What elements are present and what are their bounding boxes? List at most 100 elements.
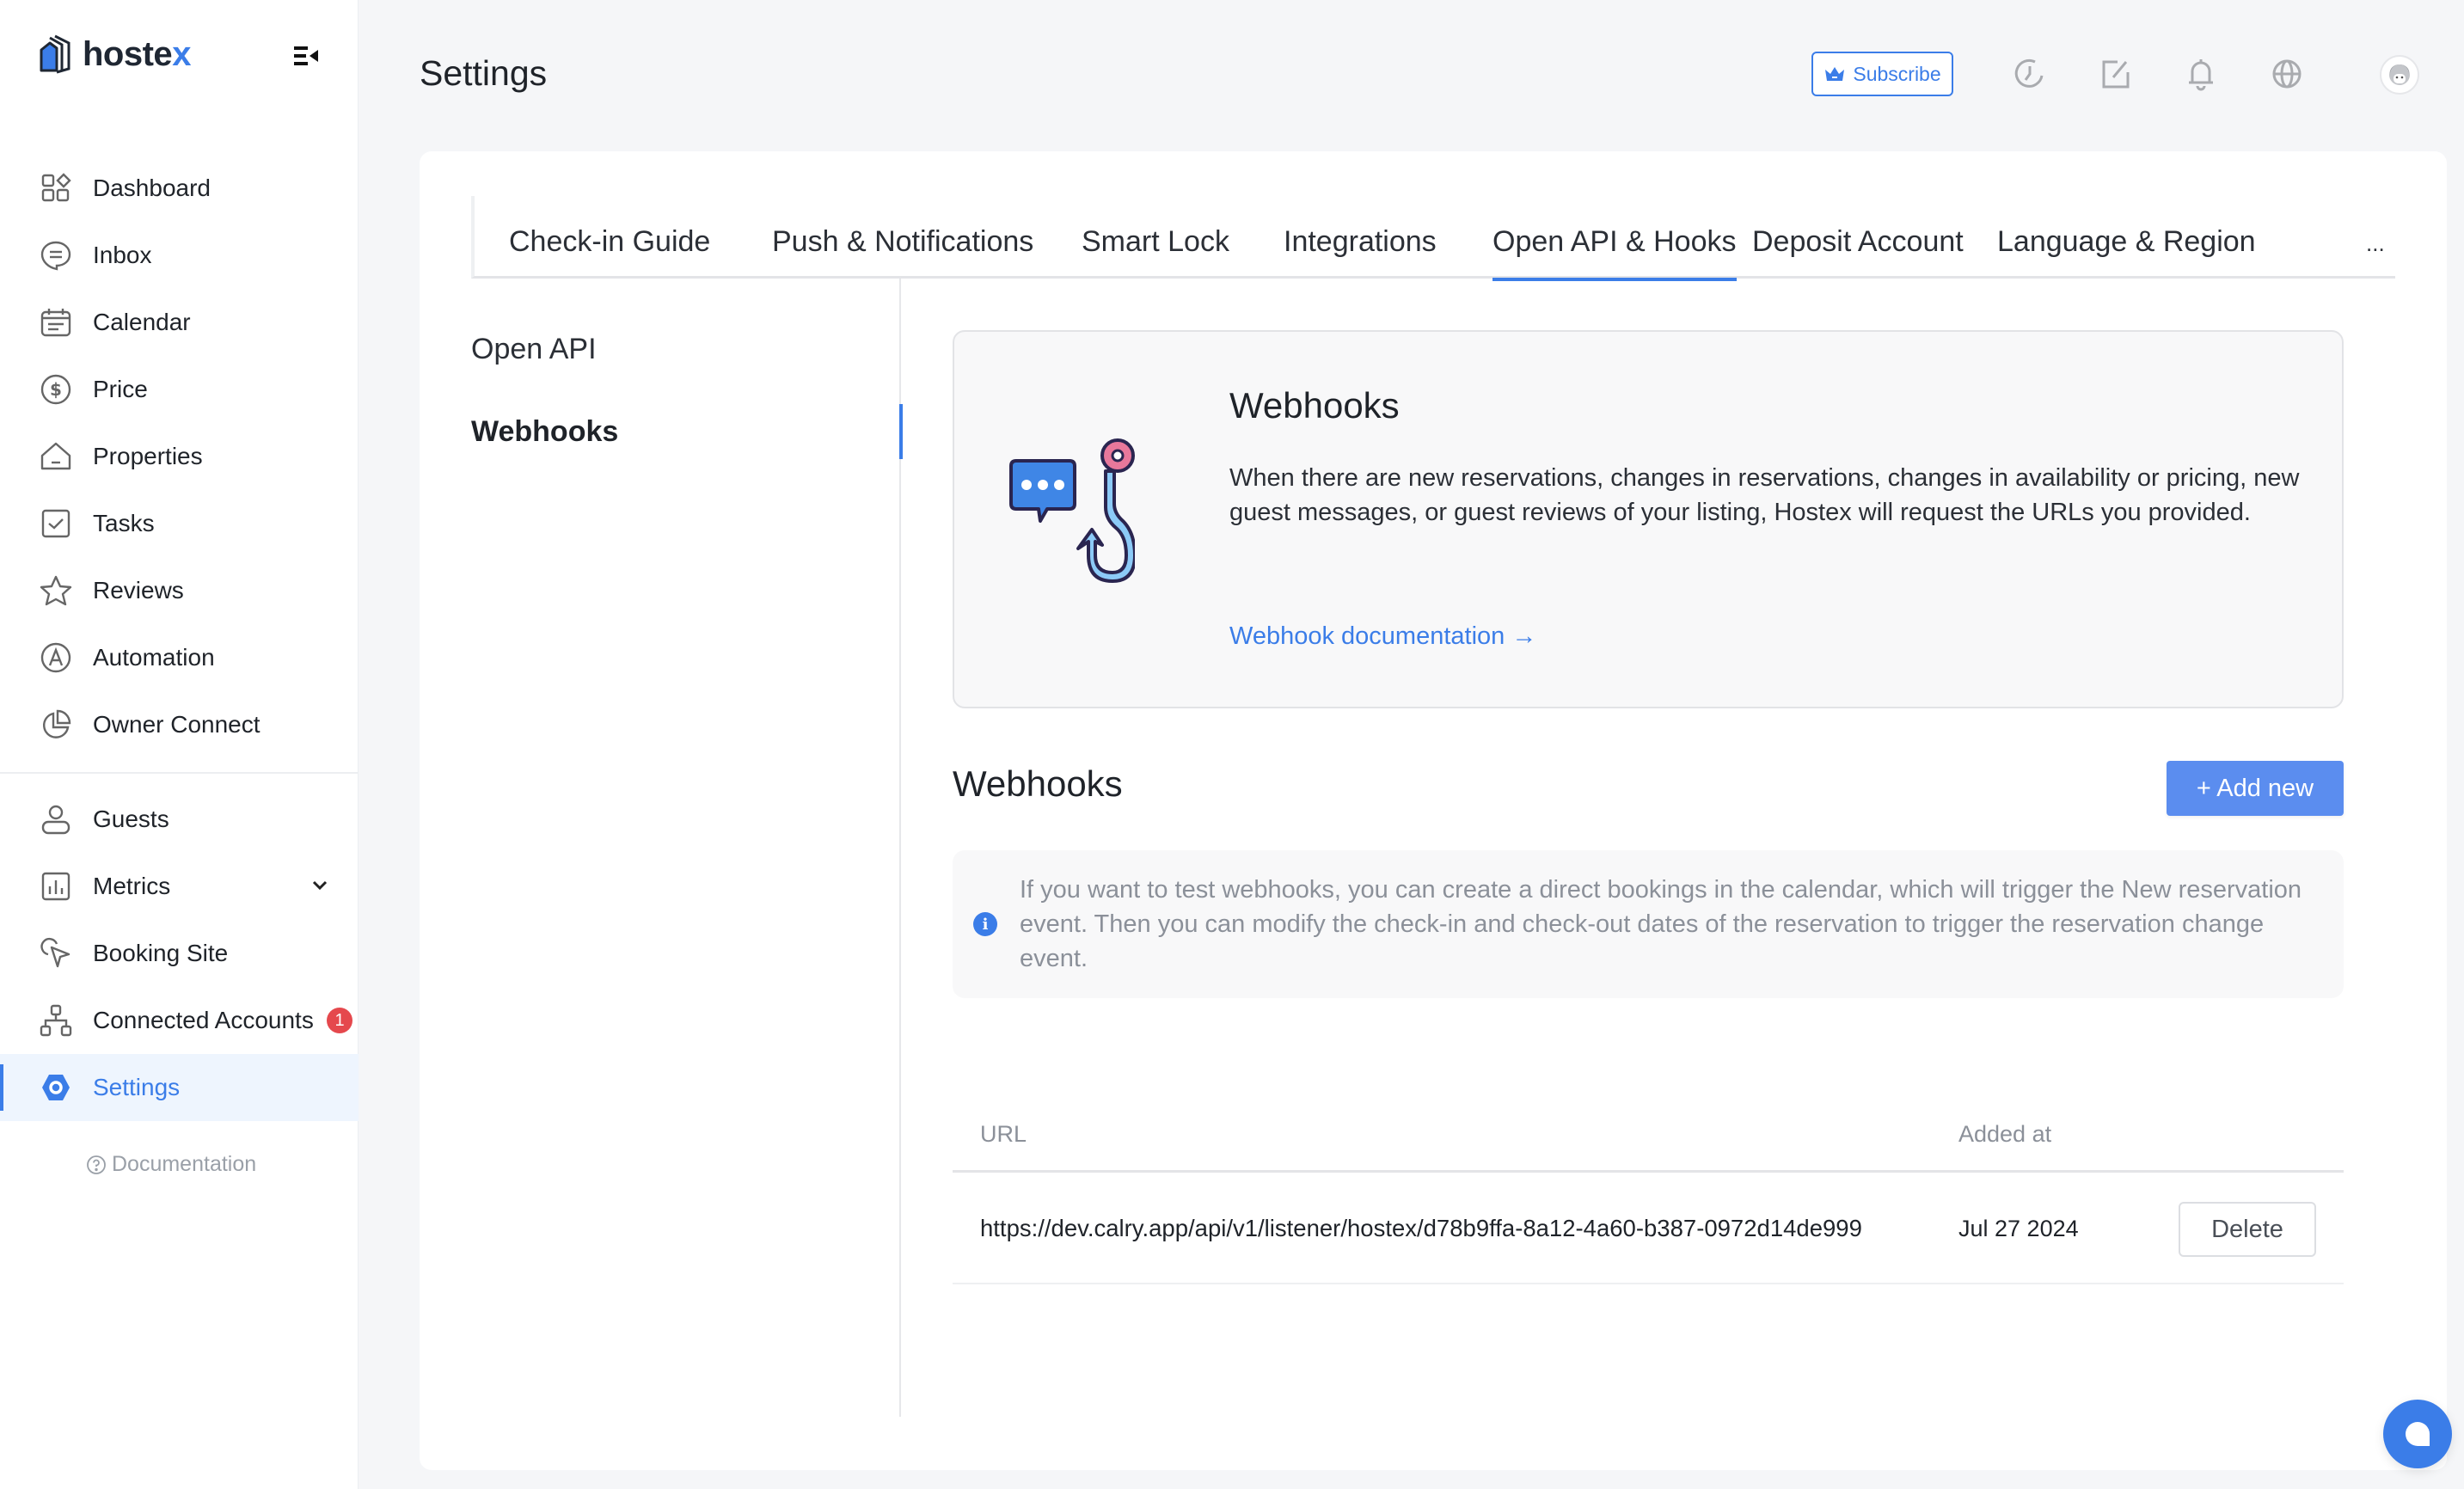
tab-smart-lock[interactable]: Smart Lock (1082, 196, 1229, 279)
chevron-down-icon[interactable] (308, 873, 332, 898)
chat-bubble-icon (2406, 1422, 2430, 1446)
dollar-icon: $ (40, 373, 72, 406)
sidebar-divider (0, 772, 359, 774)
star-icon (40, 574, 72, 607)
subscribe-button[interactable]: Subscribe (1811, 52, 1953, 96)
page-title: Settings (420, 53, 548, 93)
webhook-url: https://dev.calry.app/api/v1/listener/ho… (980, 1215, 1862, 1241)
tab-language-region[interactable]: Language & Region (1997, 196, 2256, 279)
notice-text: If you want to test webhooks, you can cr… (1020, 876, 2302, 972)
add-new-webhook-button[interactable]: + Add new (2167, 761, 2344, 816)
delete-webhook-button[interactable]: Delete (2179, 1202, 2316, 1257)
dashboard-icon (40, 172, 72, 205)
sidebar-item-owner-connect[interactable]: Owner Connect (0, 691, 359, 758)
sidebar-item-inbox[interactable]: Inbox (0, 222, 359, 289)
sidebar-item-booking-site[interactable]: Booking Site (0, 920, 359, 987)
info-notice: i If you want to test webhooks, you can … (953, 850, 2344, 998)
notification-badge: 1 (327, 1008, 352, 1033)
sidebar-item-label: Automation (93, 644, 215, 671)
svg-text:$: $ (50, 379, 62, 400)
crown-icon (1825, 67, 1845, 81)
tab-deposit-account[interactable]: Deposit Account (1752, 196, 1964, 279)
webhooks-table: URL Added at https://dev.calry.app/api/v… (953, 1095, 2344, 1284)
sidebar-item-label: Settings (93, 1074, 181, 1100)
bar-chart-icon (40, 870, 72, 903)
tab-integrations[interactable]: Integrations (1284, 196, 1437, 279)
sidebar-item-label: Tasks (93, 510, 155, 536)
settings-card: Check-in Guide Push & Notifications Smar… (420, 151, 2447, 1470)
sidebar-item-properties[interactable]: Properties (0, 423, 359, 490)
subnav: Open API Webhooks (471, 279, 903, 1417)
sidebar: hostex Dashboard Inbox Calendar $ Price (0, 0, 359, 1489)
history-icon (2014, 58, 2044, 88)
collapse-sidebar-button[interactable] (292, 43, 322, 69)
brand-logo[interactable]: hostex (38, 34, 191, 74)
webhook-documentation-link[interactable]: Webhook documentation → (1229, 622, 1536, 651)
sidebar-item-label: Price (93, 376, 148, 402)
table-header: URL Added at (953, 1095, 2344, 1173)
column-header-added-at: Added at (1958, 1120, 2052, 1147)
tab-open-api-hooks[interactable]: Open API & Hooks (1492, 196, 1737, 281)
avatar[interactable] (2380, 55, 2419, 95)
tab-push-notifications[interactable]: Push & Notifications (772, 196, 1033, 279)
hostex-logo-icon (40, 34, 70, 74)
tab-check-in-guide[interactable]: Check-in Guide (509, 196, 710, 279)
history-button[interactable] (2013, 57, 2047, 91)
sidebar-item-metrics[interactable]: Metrics (0, 853, 359, 920)
sidebar-item-label: Guests (93, 806, 169, 832)
settings-tabs: Check-in Guide Push & Notifications Smar… (471, 196, 2395, 281)
sidebar-item-label: Owner Connect (93, 711, 260, 738)
edit-button[interactable] (2099, 57, 2133, 91)
sidebar-item-dashboard[interactable]: Dashboard (0, 155, 359, 222)
sidebar-item-label: Metrics (93, 873, 171, 899)
sidebar-item-label: Calendar (93, 309, 191, 335)
automation-icon (40, 641, 72, 674)
notifications-button[interactable] (2184, 57, 2218, 91)
webhook-illustration-icon (1009, 438, 1135, 583)
documentation-link[interactable]: Documentation (86, 1152, 256, 1177)
info-icon: i (973, 912, 997, 936)
sidebar-item-tasks[interactable]: Tasks (0, 490, 359, 557)
home-icon (40, 440, 72, 473)
tabs-more-button[interactable]: ... (2366, 230, 2385, 257)
pointer-icon (40, 937, 72, 970)
sidebar-item-label: Connected Accounts (93, 1007, 314, 1033)
webhooks-intro-panel: Webhooks When there are new reservations… (953, 330, 2344, 708)
pie-chart-icon (40, 708, 72, 741)
table-row: https://dev.calry.app/api/v1/listener/ho… (953, 1173, 2344, 1284)
subscribe-label: Subscribe (1853, 62, 1941, 85)
sidebar-nav: Dashboard Inbox Calendar $ Price Propert… (0, 155, 359, 1121)
webhooks-section-title: Webhooks (953, 763, 1123, 804)
sidebar-item-label: Reviews (93, 577, 184, 604)
sidebar-item-automation[interactable]: Automation (0, 624, 359, 691)
intro-description: When there are new reservations, changes… (1229, 464, 2300, 526)
globe-icon (2272, 59, 2302, 89)
edit-icon (2102, 60, 2130, 89)
sidebar-item-guests[interactable]: Guests (0, 786, 359, 853)
sidebar-item-label: Booking Site (93, 940, 229, 966)
sidebar-item-connected-accounts[interactable]: Connected Accounts 1 (0, 987, 359, 1054)
user-icon (40, 803, 72, 836)
column-header-url: URL (980, 1120, 1027, 1147)
subnav-item-webhooks[interactable]: Webhooks (471, 404, 903, 459)
intro-title: Webhooks (1229, 385, 1400, 426)
language-button[interactable] (2270, 57, 2304, 91)
sidebar-item-label: Dashboard (93, 175, 211, 201)
chat-support-button[interactable] (2383, 1400, 2452, 1468)
sidebar-item-label: Inbox (93, 242, 152, 268)
network-icon (40, 1004, 72, 1037)
inbox-icon (40, 239, 72, 272)
webhook-added-at: Jul 27 2024 (1958, 1215, 2079, 1241)
subnav-item-open-api[interactable]: Open API (471, 322, 901, 377)
check-square-icon (40, 507, 72, 540)
sidebar-item-label: Properties (93, 443, 203, 469)
collapse-menu-icon (294, 46, 318, 65)
sidebar-item-reviews[interactable]: Reviews (0, 557, 359, 624)
help-circle-icon (87, 1155, 106, 1174)
bell-icon (2189, 59, 2213, 91)
sidebar-item-settings[interactable]: Settings (0, 1054, 359, 1121)
sidebar-item-price[interactable]: $ Price (0, 356, 359, 423)
brand-name: hostex (83, 34, 191, 73)
user-avatar-icon (2389, 64, 2410, 85)
sidebar-item-calendar[interactable]: Calendar (0, 289, 359, 356)
